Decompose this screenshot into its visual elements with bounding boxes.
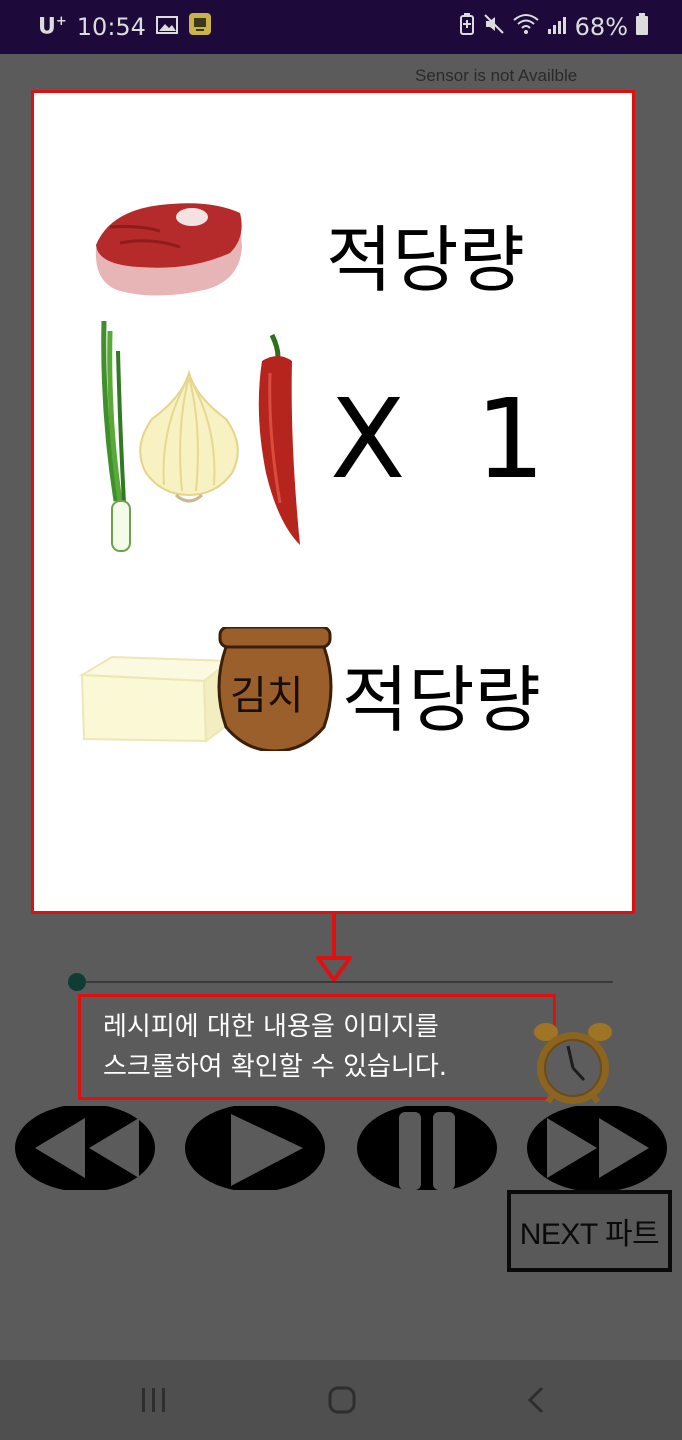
carrier-label: U+ <box>38 14 67 40</box>
chili-pepper-icon <box>258 333 300 545</box>
recent-apps-button[interactable] <box>124 1360 184 1440</box>
alarm-clock-icon[interactable] <box>532 1020 614 1108</box>
clock: 10:54 <box>76 13 146 41</box>
meat-icon <box>95 203 242 296</box>
fast-forward-button[interactable] <box>527 1106 667 1190</box>
meat-quantity: 적당량 <box>326 218 525 302</box>
image-icon <box>155 13 178 41</box>
play-button[interactable] <box>185 1106 325 1190</box>
tofu-kimchi-quantity: 적당량 <box>342 658 541 742</box>
app-notification-icon <box>188 12 212 42</box>
recipe-seekbar[interactable] <box>68 972 613 992</box>
rewind-icon <box>15 1106 155 1190</box>
battery-saver-icon <box>459 13 475 41</box>
pause-button[interactable] <box>357 1106 497 1190</box>
tofu-icon <box>78 655 233 743</box>
hint-line-2: 스크롤하여 확인할 수 있습니다. <box>103 1052 448 1082</box>
kimchi-jar-icon: 김치 <box>216 627 334 751</box>
fast-forward-icon <box>527 1106 667 1190</box>
status-bar: U+ 10:54 68% <box>0 0 682 54</box>
battery-percent: 68% <box>574 13 628 41</box>
sensor-status-text: Sensor is not Availble <box>415 66 578 85</box>
pause-icon <box>357 1106 497 1190</box>
play-icon <box>185 1106 325 1190</box>
seekbar-thumb[interactable] <box>68 973 86 991</box>
hint-tooltip: 레시피에 대한 내용을 이미지를 스크롤하여 확인할 수 있습니다. <box>78 994 556 1100</box>
hint-line-1: 레시피에 대한 내용을 이미지를 <box>103 1012 439 1042</box>
signal-icon <box>547 13 567 41</box>
battery-icon <box>636 13 648 41</box>
back-button[interactable] <box>506 1360 566 1440</box>
home-icon <box>328 1386 356 1414</box>
mute-icon <box>483 13 505 41</box>
recipe-image-view[interactable]: 적당량 X 1 김치 적당량 <box>31 90 635 914</box>
wifi-icon <box>513 13 539 41</box>
vegetables-quantity: X 1 <box>330 375 546 503</box>
home-button[interactable] <box>312 1360 372 1440</box>
rewind-button[interactable] <box>15 1106 155 1190</box>
next-part-button[interactable]: NEXT 파트 <box>507 1190 672 1272</box>
system-nav-bar <box>0 1360 682 1440</box>
back-icon <box>527 1386 544 1414</box>
onion-icon <box>139 369 239 503</box>
kimchi-jar-label: 김치 <box>230 673 304 719</box>
seekbar-track <box>76 981 613 983</box>
recent-apps-icon <box>142 1388 165 1412</box>
